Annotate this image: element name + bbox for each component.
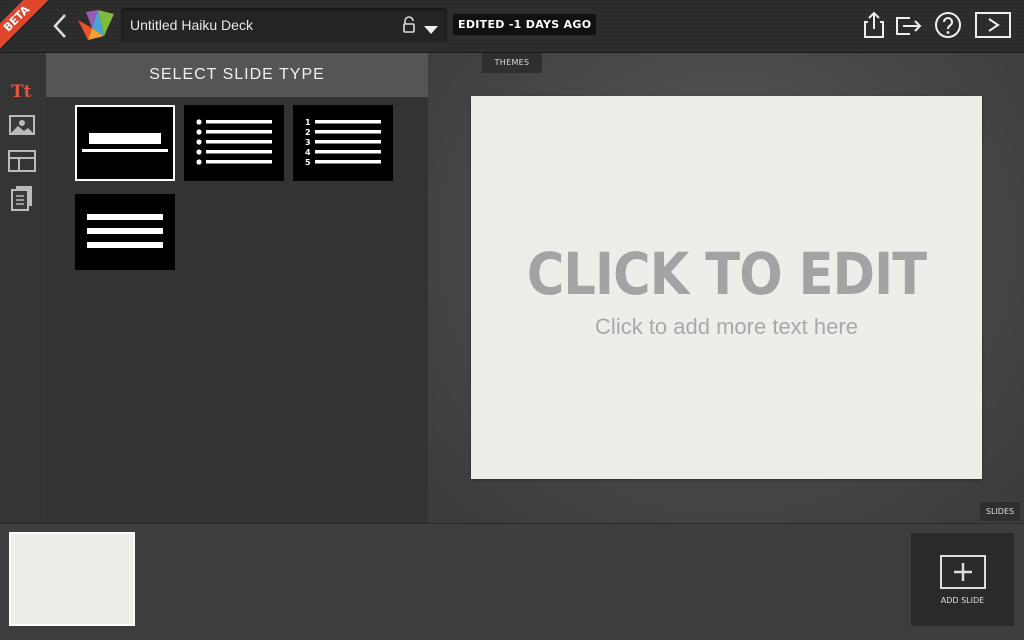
text-tool-button[interactable]: Tt xyxy=(8,81,36,107)
number-label: 3 xyxy=(305,138,311,147)
slide-thumbnail[interactable] xyxy=(9,532,135,626)
deck-title-field[interactable]: Untitled Haiku Deck xyxy=(121,8,447,42)
back-icon xyxy=(53,14,66,38)
play-icon[interactable] xyxy=(975,9,1011,41)
numbered-list-icon: 1 2 3 4 5 xyxy=(305,118,381,167)
share-icon[interactable] xyxy=(858,9,890,41)
image-tool-button[interactable] xyxy=(8,113,36,139)
slides-tab[interactable]: SLIDES xyxy=(980,502,1020,521)
slide-strip: ADD SLIDE xyxy=(0,523,1024,640)
number-label: 5 xyxy=(305,158,311,167)
deck-title[interactable]: Untitled Haiku Deck xyxy=(130,17,253,33)
tool-strip: Tt xyxy=(0,53,46,523)
add-slide-label: ADD SLIDE xyxy=(940,596,985,605)
add-slide-icon xyxy=(940,555,986,589)
export-icon[interactable] xyxy=(892,9,924,41)
back-button[interactable] xyxy=(50,12,70,40)
panel-header: SELECT SLIDE TYPE xyxy=(46,53,428,97)
slide-canvas[interactable]: CLICK TO EDIT Click to add more text her… xyxy=(471,96,982,479)
add-slide-button[interactable]: ADD SLIDE xyxy=(911,533,1014,626)
edited-status-badge: EDITED -1 DAYS AGO xyxy=(453,14,597,35)
slide-type-bullets[interactable] xyxy=(184,105,284,181)
slide-type-text[interactable] xyxy=(75,194,175,270)
top-bar: BETA Untitled Haiku Deck EDITED -1 DAYS … xyxy=(0,0,1024,56)
layout-tool-button[interactable] xyxy=(8,149,36,175)
notes-tool-button[interactable] xyxy=(8,185,36,211)
help-icon[interactable] xyxy=(932,9,964,41)
slide-type-title[interactable] xyxy=(75,105,175,181)
number-label: 4 xyxy=(305,148,311,157)
title-layout-icon xyxy=(82,133,168,152)
beta-badge: BETA xyxy=(0,0,54,56)
slide-type-panel: SELECT SLIDE TYPE 1 2 3 4 5 xyxy=(46,53,428,523)
caret-down-icon[interactable] xyxy=(423,20,439,34)
crane-logo-icon xyxy=(78,10,114,40)
lock-icon[interactable] xyxy=(401,16,417,34)
slide-canvas-area: THEMES CLICK TO EDIT Click to add more t… xyxy=(428,53,1024,523)
image-icon xyxy=(9,115,35,135)
haiku-deck-logo xyxy=(74,6,118,44)
text-lines-icon xyxy=(87,214,163,248)
slide-subtitle[interactable]: Click to add more text here xyxy=(471,314,982,340)
notes-icon xyxy=(11,186,32,211)
number-label: 1 xyxy=(305,118,311,127)
themes-tab[interactable]: THEMES xyxy=(482,53,542,73)
text-tool-icon: Tt xyxy=(11,82,32,102)
slide-title[interactable]: CLICK TO EDIT xyxy=(502,238,952,310)
layout-icon xyxy=(8,150,36,172)
number-label: 2 xyxy=(305,128,311,137)
bullet-list-icon xyxy=(196,119,272,165)
slide-type-numbered[interactable]: 1 2 3 4 5 xyxy=(293,105,393,181)
